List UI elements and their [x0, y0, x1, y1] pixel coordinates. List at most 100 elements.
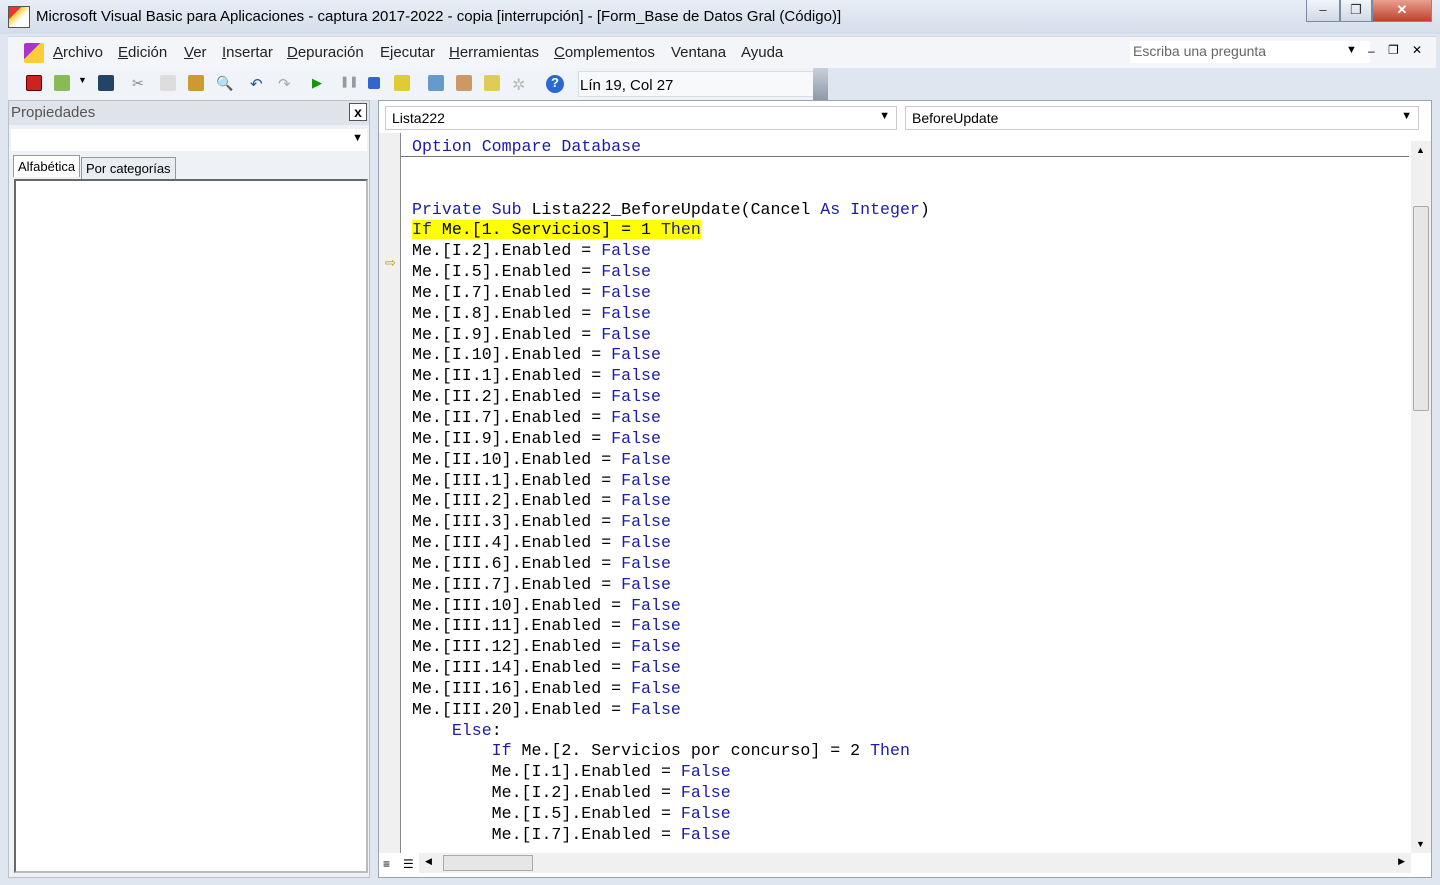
code-line[interactable]: Me.[III.6].Enabled = False	[412, 554, 930, 575]
menu-ayuda[interactable]: Ayuda	[741, 44, 783, 61]
full-module-view-button[interactable]: ☰	[403, 857, 414, 871]
maximize-button[interactable]: ❐	[1340, 0, 1372, 22]
properties-panel: Propiedades x ▼ Alfabética Por categoría…	[8, 100, 370, 878]
run-icon[interactable]: ▶	[312, 75, 328, 91]
menu-herramientas[interactable]: Herramientas	[449, 44, 539, 61]
help-search-input[interactable]: Escriba una pregunta	[1130, 41, 1370, 63]
help-dropdown-arrow-icon[interactable]: ▼	[1346, 44, 1357, 56]
menu-complementos[interactable]: Complementos	[554, 44, 655, 61]
code-line[interactable]: Me.[I.10].Enabled = False	[412, 345, 930, 366]
code-keyword: False	[631, 678, 681, 698]
procedure-view-button[interactable]: ≡	[383, 857, 390, 871]
code-text: Me.[III.10].Enabled =	[412, 595, 632, 615]
undo-icon[interactable]: ↶	[250, 75, 266, 93]
object-browser-icon[interactable]	[484, 75, 500, 91]
cut-icon[interactable]: ✂	[132, 75, 148, 91]
close-button[interactable]: ✕	[1372, 0, 1432, 22]
reset-icon[interactable]	[368, 77, 380, 89]
design-mode-icon[interactable]	[394, 75, 410, 91]
menu-ver[interactable]: Ver	[184, 44, 207, 61]
code-line[interactable]: Me.[I.9].Enabled = False	[412, 325, 930, 346]
code-text: Me.[III.3].Enabled =	[412, 512, 622, 532]
properties-close-button[interactable]: x	[349, 103, 367, 121]
code-text: Me.[II.2].Enabled =	[412, 387, 612, 407]
object-combo-value: Lista222	[392, 110, 445, 126]
code-line[interactable]: If Me.[2. Servicios por concurso] = 2 Th…	[412, 741, 930, 762]
toolbox-icon[interactable]: ✲	[512, 75, 528, 94]
code-line[interactable]: Me.[III.20].Enabled = False	[412, 700, 930, 721]
code-line[interactable]: Me.[I.2].Enabled = False	[412, 783, 930, 804]
menu-depuracion[interactable]: Depuración	[287, 44, 364, 61]
code-line[interactable]: Me.[III.12].Enabled = False	[412, 637, 930, 658]
code-text: Me.[III.16].Enabled =	[412, 678, 632, 698]
object-combo[interactable]: Lista222 ▼	[385, 106, 897, 130]
horizontal-scrollbar[interactable]: ◀ ▶	[419, 853, 1411, 873]
project-explorer-icon[interactable]	[428, 75, 444, 91]
code-text: Me.[III.12].Enabled =	[412, 637, 632, 657]
code-line[interactable]: Else:	[412, 721, 930, 742]
vertical-scroll-thumb[interactable]	[1413, 206, 1429, 411]
vba-menu-icon[interactable]	[24, 43, 44, 63]
pause-icon[interactable]: ❚❚	[340, 75, 358, 91]
toolbar-options-button[interactable]	[813, 68, 828, 100]
current-execution-line[interactable]: If Me.[1. Servicios] = 1 Then	[412, 220, 930, 241]
help-icon[interactable]: ?	[546, 75, 564, 93]
code-line[interactable]: Me.[III.2].Enabled = False	[412, 491, 930, 512]
child-minimize-button[interactable]: –	[1368, 44, 1375, 58]
code-line[interactable]	[412, 158, 930, 179]
vertical-scrollbar[interactable]: ▲ ▼	[1411, 141, 1431, 853]
code-line[interactable]: Me.[II.9].Enabled = False	[412, 429, 930, 450]
procedure-combo[interactable]: BeforeUpdate ▼	[905, 106, 1419, 130]
redo-icon[interactable]: ↷	[278, 75, 294, 93]
child-close-button[interactable]: ✕	[1412, 43, 1422, 57]
code-line[interactable]: Me.[II.1].Enabled = False	[412, 366, 930, 387]
code-line[interactable]: Me.[III.14].Enabled = False	[412, 658, 930, 679]
properties-list[interactable]	[14, 179, 368, 873]
code-line[interactable]: Private Sub Lista222_BeforeUpdate(Cancel…	[412, 200, 930, 221]
code-text: Me.[1. Servicios] = 1	[431, 220, 661, 240]
code-line[interactable]: Me.[I.2].Enabled = False	[412, 241, 930, 262]
menu-ventana[interactable]: Ventana	[671, 44, 726, 61]
tab-por-categorias[interactable]: Por categorías	[81, 157, 176, 180]
menu-edicion[interactable]: Edición	[118, 44, 167, 61]
insert-object-icon[interactable]	[54, 75, 70, 91]
code-line[interactable]: Me.[I.5].Enabled = False	[412, 262, 930, 283]
access-view-icon[interactable]	[26, 75, 42, 91]
declarations-line[interactable]: Option Compare Database	[412, 137, 930, 158]
child-restore-button[interactable]: ❐	[1388, 43, 1399, 57]
code-line[interactable]: Me.[I.7].Enabled = False	[412, 283, 930, 304]
dropdown-arrow-icon[interactable]: ▼	[78, 75, 94, 91]
object-select[interactable]: ▼	[11, 129, 367, 151]
code-line[interactable]: Me.[II.7].Enabled = False	[412, 408, 930, 429]
code-line[interactable]: Me.[III.11].Enabled = False	[412, 616, 930, 637]
menu-ejecutar[interactable]: Ejecutar	[380, 44, 435, 61]
copy-icon[interactable]	[160, 75, 176, 91]
save-icon[interactable]	[98, 75, 114, 91]
code-line[interactable]: Me.[I.5].Enabled = False	[412, 804, 930, 825]
code-line[interactable]: Me.[III.3].Enabled = False	[412, 512, 930, 533]
code-text: Me.[III.4].Enabled =	[412, 533, 622, 553]
code-line[interactable]	[412, 179, 930, 200]
code-line[interactable]: Me.[III.1].Enabled = False	[412, 471, 930, 492]
menu-archivo[interactable]: Archivo	[53, 44, 103, 61]
minimize-button[interactable]: –	[1306, 0, 1340, 22]
code-editor[interactable]: Option Compare Database Private Sub Lista…	[412, 137, 930, 846]
margin-indicator-bar[interactable]: ⇨	[379, 133, 401, 853]
menu-insertar[interactable]: Insertar	[222, 44, 273, 61]
tab-alfabetica[interactable]: Alfabética	[13, 155, 81, 177]
code-line[interactable]: Me.[III.4].Enabled = False	[412, 533, 930, 554]
code-line[interactable]: Me.[II.10].Enabled = False	[412, 450, 930, 471]
code-line[interactable]: Me.[I.7].Enabled = False	[412, 825, 930, 846]
vba-app-icon	[8, 6, 30, 28]
code-line[interactable]: Me.[II.2].Enabled = False	[412, 387, 930, 408]
paste-icon[interactable]	[188, 75, 204, 91]
code-line[interactable]: Me.[I.8].Enabled = False	[412, 304, 930, 325]
find-icon[interactable]: 🔍	[216, 75, 233, 91]
code-line[interactable]: Me.[III.7].Enabled = False	[412, 575, 930, 596]
code-line[interactable]: Me.[I.1].Enabled = False	[412, 762, 930, 783]
properties-window-icon[interactable]	[456, 75, 472, 91]
horizontal-scroll-thumb[interactable]	[443, 855, 533, 871]
code-line[interactable]: Me.[III.10].Enabled = False	[412, 596, 930, 617]
code-line[interactable]: Me.[III.16].Enabled = False	[412, 679, 930, 700]
code-keyword: False	[631, 595, 681, 615]
